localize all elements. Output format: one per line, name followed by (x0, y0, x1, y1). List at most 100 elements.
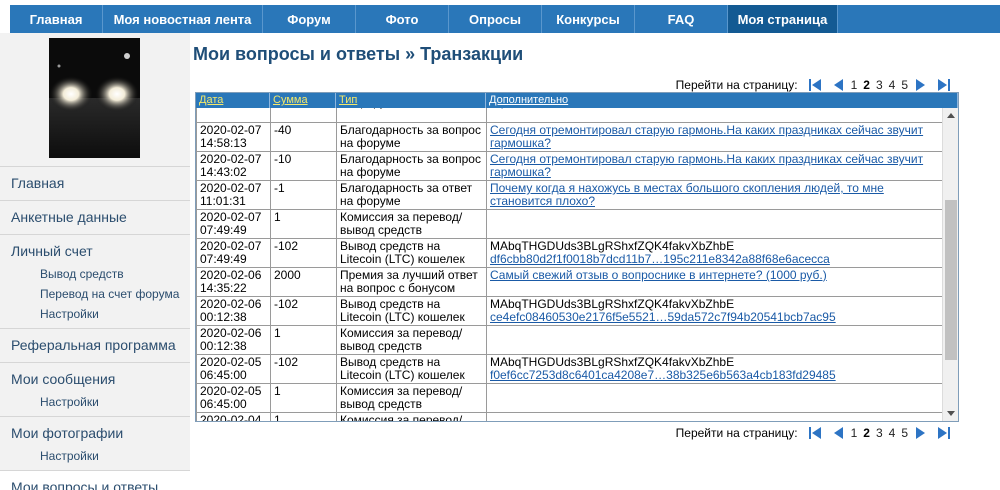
cell-type: Комиссия за перевод/вывод средств (336, 325, 487, 355)
sidebar-group: Анкетные данные (0, 200, 190, 234)
sidebar-subitem[interactable]: Настройки (0, 304, 190, 324)
nav-tab-6[interactable]: FAQ (635, 5, 728, 33)
sidebar-item[interactable]: Мои вопросы и ответы (0, 476, 190, 490)
cell-date: 2020-02-07 14:58:13 (196, 122, 271, 152)
detail-link[interactable]: Самый свежий отзыв о вопроснике в интерн… (490, 268, 827, 282)
column-header[interactable]: Дополнительно (486, 93, 958, 108)
cell-amount: 1 (270, 383, 337, 413)
cell-type: Комиссия за перевод/вывод средств (336, 383, 487, 413)
pager-label: Перейти на страницу: (675, 426, 798, 440)
nav-tab-5[interactable]: Конкурсы (542, 5, 635, 33)
cell-type: Комиссия за перевод/ (336, 412, 487, 421)
scroll-thumb[interactable] (945, 200, 957, 360)
sidebar-item[interactable]: Мои сообщения (0, 368, 190, 392)
cell-type: Премия за лучший ответ на вопрос с бонус… (336, 267, 487, 297)
next-page-icon[interactable] (916, 79, 928, 91)
cell-amount: -1 (270, 180, 337, 210)
cell-amount: -10 (270, 151, 337, 181)
sidebar-group: Мои сообщения Настройки (0, 362, 190, 416)
nav-tab-7[interactable]: Моя страница (728, 5, 838, 33)
cell-detail (486, 325, 942, 355)
table-row: 2020-02-06 00:12:38 1 Комиссия за перевод/… (196, 325, 942, 355)
pager-bottom: Перейти на страницу: 1 2 3 4 5 (676, 426, 955, 440)
nav-tab-3[interactable]: Фото (356, 5, 449, 33)
cell-detail: гармошка? (486, 108, 942, 123)
page-number[interactable]: 5 (901, 78, 908, 92)
scroll-down-arrow-icon[interactable] (943, 405, 958, 421)
cell-date: 2020-02-05 06:45:00 (196, 354, 271, 384)
page-number[interactable]: 5 (901, 426, 908, 440)
cell-type: Комиссия за перевод/вывод средств (336, 209, 487, 239)
cell-detail: Сегодня отремонтировал старую гармонь.На… (486, 151, 942, 181)
sidebar-menu: Главная Анкетные данные Личный счет Вывод с… (0, 166, 190, 490)
top-navigation-bar: Главная Моя новостная лента Форум Фото Опрос… (10, 5, 1000, 33)
cell-amount: -102 (270, 296, 337, 326)
page-number[interactable]: 3 (876, 426, 883, 440)
cell-amount: -102 (270, 238, 337, 268)
cell-date: 15:26:51 (196, 108, 271, 123)
nav-tab-0[interactable]: Главная (10, 5, 103, 33)
sidebar-subitem[interactable]: Настройки (0, 446, 190, 466)
table-row: 2020-02-07 14:58:13 -40 Благодарность за в… (196, 122, 942, 152)
cell-type: Благодарность за вопрос на форуме (336, 151, 487, 181)
last-page-icon[interactable] (938, 79, 950, 91)
prev-page-icon[interactable] (831, 427, 843, 439)
detail-link[interactable]: Сегодня отремонтировал старую гармонь.На… (490, 152, 923, 179)
prev-page-icon[interactable] (831, 79, 843, 91)
nav-tab-2[interactable]: Форум (263, 5, 356, 33)
page-number[interactable]: 2 (863, 78, 870, 92)
sidebar-item[interactable]: Мои фотографии (0, 422, 190, 446)
next-page-icon[interactable] (916, 427, 928, 439)
cell-type: Вывод средств на Litecoin (LTC) кошелек (336, 238, 487, 268)
table-row: 2020-02-06 14:35:22 2000 Премия за лучший … (196, 267, 942, 297)
nav-tab-4[interactable]: Опросы (449, 5, 542, 33)
detail-link[interactable]: Почему когда я нахожусь в местах большог… (490, 181, 884, 208)
cell-date: 2020-02-07 07:49:49 (196, 209, 271, 239)
cell-date: 2020-02-04 (196, 412, 271, 421)
column-header[interactable]: Сумма (270, 93, 336, 108)
first-page-icon[interactable] (808, 79, 821, 91)
cell-date: 2020-02-06 00:12:38 (196, 325, 271, 355)
cell-detail (486, 209, 942, 239)
table-header: Дата Сумма Тип Дополнительно (196, 93, 958, 108)
cell-amount: 1 (270, 325, 337, 355)
detail-link[interactable]: f0ef6cc7253d8c6401ca4208e7…38b325e6b563a… (490, 369, 939, 382)
sidebar-subitem[interactable]: Вывод средств (0, 264, 190, 284)
main-content: Мои вопросы и ответы » Транзакции Перейт… (193, 33, 1000, 490)
table-scrollbar[interactable] (942, 108, 958, 421)
page-number[interactable]: 1 (851, 426, 858, 440)
page-number[interactable]: 1 (851, 78, 858, 92)
cell-detail: Сегодня отремонтировал старую гармонь.На… (486, 122, 942, 152)
table-body[interactable]: 15:26:51 на форумегармошка? 2020-02-07 14:… (196, 108, 942, 421)
avatar[interactable] (49, 38, 140, 158)
cell-type: Вывод средств на Litecoin (LTC) кошелек (336, 354, 487, 384)
sidebar-group: Главная (0, 166, 190, 200)
sidebar-subitem[interactable]: Настройки (0, 392, 190, 412)
nav-tab-1[interactable]: Моя новостная лента (103, 5, 263, 33)
column-header[interactable]: Дата (196, 93, 270, 108)
first-page-icon[interactable] (808, 427, 821, 439)
page-number[interactable]: 4 (889, 426, 896, 440)
cell-detail: MAbqTHGDUds3BLgRShxfZQK4fakvXbZhbE ce4efc… (486, 296, 942, 326)
cell-type: Благодарность за вопрос на форуме (336, 122, 487, 152)
cell-amount: 1 (270, 209, 337, 239)
cell-date: 2020-02-06 14:35:22 (196, 267, 271, 297)
page-number[interactable]: 2 (863, 426, 870, 440)
sidebar-item[interactable]: Личный счет (0, 240, 190, 264)
transactions-table: ДатаСуммаТипДополнительно 15:26:51 на фор… (195, 92, 959, 422)
detail-link[interactable]: Сегодня отремонтировал старую гармонь.На… (490, 123, 923, 150)
detail-link[interactable]: ce4efc08460530e2176f5e5521…59da572c7f94b… (490, 311, 939, 324)
sidebar-item[interactable]: Анкетные данные (0, 206, 190, 230)
sidebar-item[interactable]: Реферальная программа (0, 334, 190, 358)
cell-date: 2020-02-06 00:12:38 (196, 296, 271, 326)
page-number[interactable]: 3 (876, 78, 883, 92)
sidebar-subitem[interactable]: Перевод на счет форума (0, 284, 190, 304)
scroll-up-arrow-icon[interactable] (943, 108, 958, 124)
last-page-icon[interactable] (938, 427, 950, 439)
cell-amount: 2000 (270, 267, 337, 297)
sidebar-item[interactable]: Главная (0, 172, 190, 196)
column-header[interactable]: Тип (336, 93, 486, 108)
page-number[interactable]: 4 (889, 78, 896, 92)
detail-link[interactable]: гармошка? (490, 108, 551, 109)
detail-link[interactable]: df6cbb80d2f1f0018b7dcd11b7…195c211e8342a… (490, 253, 939, 266)
